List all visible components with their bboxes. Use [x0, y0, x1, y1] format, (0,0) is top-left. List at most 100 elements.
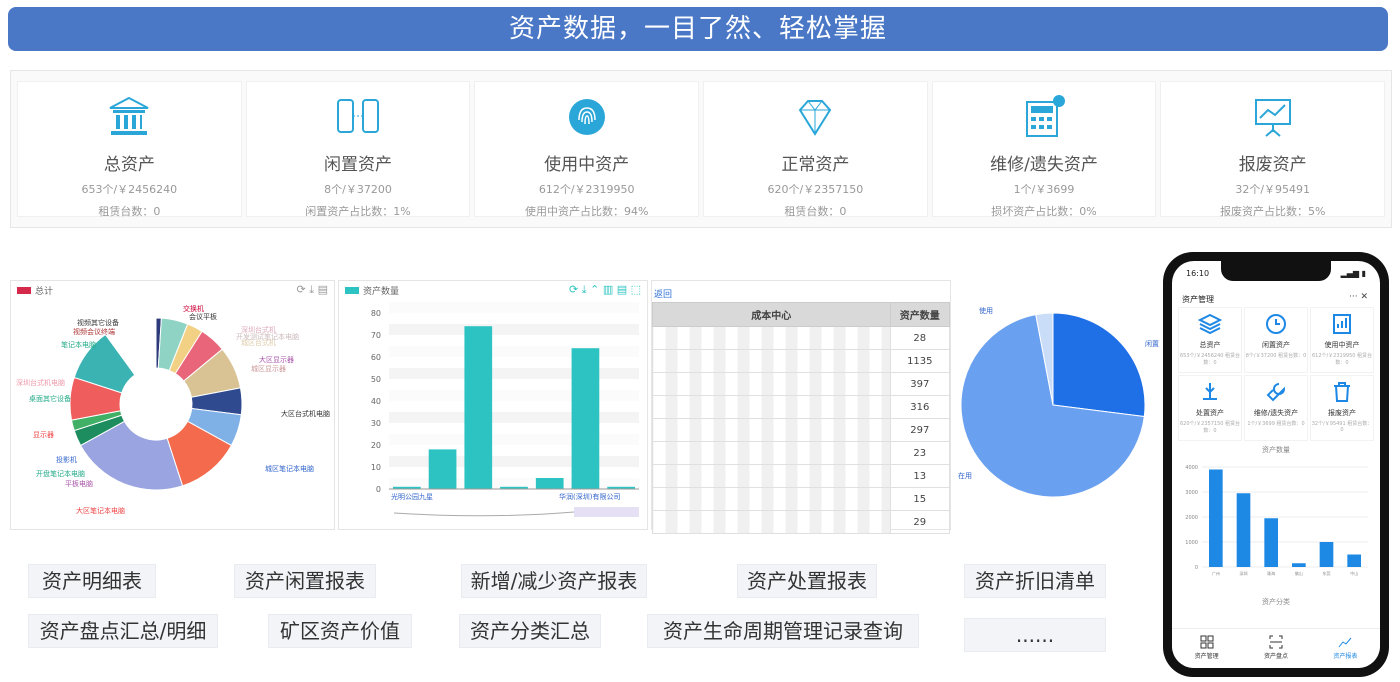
donut-label: 笔记本电脑: [61, 340, 96, 349]
pie-slice: [1052, 312, 1146, 418]
tab-asset-report[interactable]: 资产报表: [1311, 629, 1380, 668]
grid-band: [389, 434, 639, 445]
card-note: 租赁台数：0: [784, 205, 847, 218]
phone-title: 资产管理: [1182, 295, 1214, 304]
card-value: 32个/￥95491: [1235, 183, 1311, 196]
bar-chart: 80 70 60 50 40 30 20 10 0 光明公园九星 华润(深圳)有限公司: [371, 302, 639, 517]
x-tick-label: 中山: [1350, 570, 1358, 576]
report-button[interactable]: 矿区资产价值: [268, 614, 412, 648]
cell-name: 总资产: [1199, 341, 1221, 349]
donut-label: 会议平板: [189, 312, 217, 321]
phone-close[interactable]: ··· ✕: [1349, 292, 1368, 302]
phone-cell-disposal[interactable]: 处置资产 620个/￥2357150 租赁台数：0: [1178, 375, 1242, 441]
wrench-icon: [1266, 383, 1286, 402]
phone-mockup: 16:10 ▂▄▆ ▮ 资产管理 ··· ✕ 总资产 653个/￥2456240…: [1163, 252, 1389, 677]
trend-icon: [1338, 637, 1352, 648]
y-tick-label: 2000: [1185, 515, 1198, 521]
x-tick-label: 珠海: [1267, 570, 1275, 576]
card-repair-lost-assets[interactable]: 维修/遗失资产 1个/￥3699 损坏资产占比数：0%: [931, 81, 1157, 218]
bar: [1209, 469, 1223, 567]
tab-asset-inventory[interactable]: 资产盘点: [1241, 629, 1310, 668]
col-cost-center: 成本中心: [652, 302, 891, 327]
cell-sub: 32个/￥95491 租赁台数：0: [1311, 421, 1373, 433]
bar-legend-label: 资产数量: [363, 286, 400, 297]
y-tick-label: 0: [1195, 565, 1198, 571]
report-button[interactable]: 资产盘点汇总/明细: [28, 614, 218, 648]
toolbar-icons[interactable]: ⟳ ⤓ ⌃ ▥ ▤ ⬚: [569, 283, 641, 297]
card-value: 8个/￥37200: [324, 183, 392, 196]
card-total-assets[interactable]: 总资产 653个/￥2456240 租赁台数：0: [17, 81, 242, 218]
donut-label: 交换机: [183, 304, 204, 313]
cell-asset-count: 28: [889, 326, 951, 350]
cell-cost-center: [652, 418, 891, 442]
card-normal-assets[interactable]: 正常资产 620个/￥2357150 租赁台数：0: [703, 81, 928, 218]
donut-label: 大区笔记本电脑: [76, 506, 125, 515]
cell-sub: 1个/￥3699 租赁台数：0: [1247, 421, 1305, 427]
donut-label: 显示器: [33, 431, 54, 439]
bar: [428, 449, 457, 489]
y-tick-label: 80: [371, 309, 381, 318]
phone-tab-bar: 资产管理 资产盘点 资产报表: [1172, 628, 1380, 668]
bank-icon: [109, 96, 149, 135]
report-button[interactable]: 资产分类汇总: [459, 614, 601, 648]
bar: [571, 348, 600, 489]
table-row[interactable]: 1135: [652, 349, 951, 373]
cell-name: 处置资产: [1196, 409, 1224, 417]
trash-icon: [1334, 382, 1350, 402]
donut-label: 深圳台式机: [241, 325, 276, 334]
card-in-use-assets[interactable]: 使用中资产 612个/￥2319950 使用中资产占比数：94%: [474, 81, 700, 218]
idle-phones-icon: [337, 99, 379, 133]
asset-summary-cards: 总资产 653个/￥2456240 租赁台数：0 闲置资产 8个/￥37200 …: [10, 70, 1392, 228]
donut-chart-panel: 总计 ⟳ ⤓ ▤ 交换机 会议平板 视频其它设备 视频会议终端 笔记本电脑 深圳台式机电脑…: [10, 280, 335, 530]
y-tick-label: 0: [376, 485, 381, 494]
donut-label: 大区显示器: [259, 355, 294, 364]
phone-cell-total[interactable]: 总资产 653个/￥2456240 租赁台数：0: [1178, 307, 1242, 373]
tab-asset-management[interactable]: 资产管理: [1172, 629, 1241, 668]
card-scrapped-assets[interactable]: 报废资产 32个/￥95491 报废资产占比数：5%: [1160, 81, 1386, 218]
card-value: 620个/￥2357150: [767, 183, 864, 196]
grid-band: [389, 324, 639, 335]
clock-icon: [1266, 314, 1286, 334]
cell-asset-count: 13: [889, 464, 951, 488]
report-button-more[interactable]: ......: [964, 618, 1106, 652]
phone-cell-scrapped[interactable]: 报废资产 32个/￥95491 租赁台数：0: [1310, 375, 1374, 441]
donut-label: 视频其它设备: [77, 318, 119, 327]
card-idle-assets[interactable]: 闲置资产 8个/￥37200 闲置资产占比数：1%: [245, 81, 471, 218]
table-row[interactable]: 13: [652, 464, 951, 488]
cell-sub: 653个/￥2456240 租赁台数：0: [1179, 353, 1241, 366]
tab-label: 资产管理: [1194, 653, 1219, 660]
table-row[interactable]: 29: [652, 510, 951, 534]
status-icons: ▂▄▆ ▮: [1340, 269, 1366, 278]
table-row[interactable]: 28: [652, 326, 951, 350]
x-tick-label: 深圳: [1240, 570, 1248, 576]
donut-label: 城区显示器: [251, 365, 286, 373]
table-row[interactable]: 316: [652, 395, 951, 419]
card-note: 租赁台数：0: [98, 205, 161, 218]
toolbar-icons[interactable]: ⟳ ⤓ ▤: [297, 283, 328, 297]
bar-legend: 资产数量 ⟳ ⤓ ⌃ ▥ ▤ ⬚: [339, 281, 647, 299]
bar: [1292, 563, 1306, 567]
phone-cell-in-use[interactable]: 使用中资产 612个/￥2319950 租赁台数：0: [1310, 307, 1374, 373]
table-row[interactable]: 397: [652, 372, 951, 396]
report-button[interactable]: 资产闲置报表: [234, 564, 376, 598]
table-row[interactable]: 297: [652, 418, 951, 442]
stack-icon: [1197, 313, 1223, 335]
donut-legend-label: 总计: [35, 286, 54, 297]
cell-sub: 8个/￥37200 租赁台数：0: [1245, 353, 1307, 359]
table-row[interactable]: 15: [652, 487, 951, 511]
report-button[interactable]: 资产生命周期管理记录查询: [647, 614, 919, 648]
donut-label: 城区笔记本电脑: [265, 464, 314, 473]
report-button[interactable]: 资产明细表: [28, 564, 156, 598]
report-button[interactable]: 资产折旧清单: [964, 564, 1106, 598]
table-row[interactable]: 23: [652, 441, 951, 465]
report-button[interactable]: 新增/减少资产报表: [461, 564, 647, 598]
phone-cell-repair[interactable]: 维修/遗失资产 1个/￥3699 租赁台数：0: [1244, 375, 1308, 441]
grid-band: [389, 302, 639, 313]
phone-cell-idle[interactable]: 闲置资产 8个/￥37200 租赁台数：0: [1244, 307, 1308, 373]
donut-legend: 总计 ⟳ ⤓ ▤: [11, 281, 334, 299]
donut-label: 视频会议终端: [73, 327, 115, 336]
x-tick-label: 东莞: [1323, 570, 1331, 576]
back-link[interactable]: 返回: [652, 281, 950, 302]
pie-chart-panel: 使用 闲置 在用: [953, 280, 1163, 530]
report-button[interactable]: 资产处置报表: [737, 564, 877, 598]
